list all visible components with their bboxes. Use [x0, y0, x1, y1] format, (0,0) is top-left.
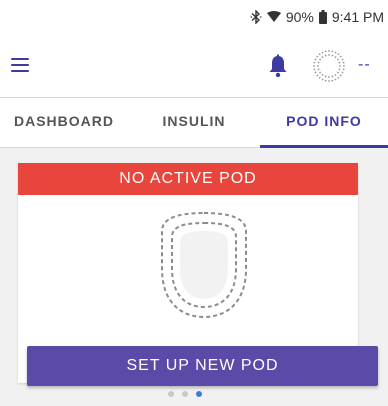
bluetooth-icon: [250, 10, 262, 24]
pod-status-text: --: [358, 56, 371, 73]
page-indicator: [168, 391, 228, 401]
battery-icon: [318, 10, 327, 24]
page-dot-active[interactable]: [196, 391, 202, 397]
set-up-new-pod-button[interactable]: SET UP NEW POD: [27, 346, 378, 386]
app-bar: --: [0, 34, 388, 98]
pod-outline-icon: [156, 209, 252, 321]
app-screen: 90% 9:41 PM -- DASHBOARD INSULIN POD INF…: [0, 0, 388, 406]
clock-time: 9:41 PM: [331, 9, 384, 25]
bell-icon[interactable]: [266, 53, 290, 79]
tab-insulin[interactable]: INSULIN: [128, 98, 260, 147]
status-bar: 90% 9:41 PM: [0, 0, 388, 34]
content-area: NO ACTIVE POD SET UP NEW POD: [0, 148, 388, 406]
menu-icon[interactable]: [9, 52, 35, 78]
tab-pod-info[interactable]: POD INFO: [260, 98, 388, 148]
tab-dashboard[interactable]: DASHBOARD: [0, 98, 128, 147]
battery-percent: 90%: [285, 9, 314, 25]
wifi-icon: [266, 11, 281, 23]
page-dot[interactable]: [182, 391, 188, 397]
page-dot[interactable]: [168, 391, 174, 397]
no-active-pod-banner: NO ACTIVE POD: [18, 163, 358, 195]
pod-info-card: NO ACTIVE POD SET UP NEW POD: [18, 163, 378, 386]
tab-bar: DASHBOARD INSULIN POD INFO: [0, 98, 388, 148]
pod-status-icon: [312, 49, 346, 83]
